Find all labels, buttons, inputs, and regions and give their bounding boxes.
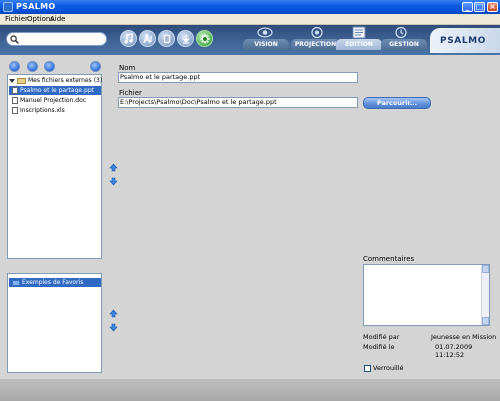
modified-on-value: 01.07.2009 11:12:52	[435, 343, 473, 359]
comments-scrollbar[interactable]	[481, 265, 489, 325]
app-icon	[3, 2, 13, 12]
document-icon	[12, 87, 18, 94]
favorites-icon	[12, 279, 20, 286]
app-logo: PSALMO	[440, 36, 486, 46]
comments-label: Commentaires	[363, 255, 415, 263]
new-icon[interactable]	[9, 61, 20, 72]
tree-root[interactable]: Mes fichiers externes (3)	[9, 76, 102, 85]
minimize-button[interactable]: _	[462, 2, 473, 12]
list-icon[interactable]	[158, 30, 175, 47]
locked-checkbox[interactable]	[364, 365, 371, 372]
menu-bar: Fichier Options Aide	[0, 14, 500, 25]
tree-item[interactable]: Psalmo et le partage.ppt	[9, 86, 101, 95]
favorites-move-down-icon[interactable]	[109, 323, 118, 332]
file-tree[interactable]: Mes fichiers externes (3) Psalmo et le p…	[7, 74, 102, 259]
left-toolbar	[0, 60, 106, 73]
manage-icon	[395, 26, 407, 39]
singer-icon[interactable]	[139, 30, 156, 47]
modified-by-label: Modifié par	[363, 333, 400, 341]
file-label: Fichier	[119, 89, 142, 97]
tree-item[interactable]: Manuel Projection.doc	[9, 96, 101, 105]
tab-vision[interactable]: VISION	[243, 39, 289, 50]
file-path-field[interactable]: E:\Projects\Psalmo\Doc\Psalmo et le part…	[118, 97, 358, 108]
tab-edition[interactable]: EDITION	[336, 39, 382, 50]
name-field[interactable]: Psalmo et le partage.ppt	[118, 72, 358, 83]
tab-gestion[interactable]: GESTION	[381, 39, 427, 50]
music-note-icon[interactable]	[120, 30, 137, 47]
download-icon[interactable]	[177, 30, 194, 47]
close-button[interactable]: ×	[487, 2, 498, 12]
document-icon	[12, 97, 18, 104]
move-up-icon[interactable]	[109, 163, 118, 172]
eye-icon	[257, 27, 273, 38]
search-icon	[10, 35, 19, 44]
status-bar	[0, 379, 500, 401]
expand-icon[interactable]	[9, 78, 15, 83]
delete-icon[interactable]	[90, 61, 101, 72]
settings-icon[interactable]	[196, 30, 213, 47]
maximize-button[interactable]: □	[474, 2, 485, 12]
tab-projection[interactable]: PROJECTION	[291, 39, 340, 50]
title-bar: PSALMO _ □ ×	[0, 0, 500, 14]
favorites-move-up-icon[interactable]	[109, 309, 118, 318]
document-icon	[12, 107, 18, 114]
edit-icon	[352, 26, 366, 39]
modified-on-label: Modifié le	[363, 343, 395, 351]
favorites-item[interactable]: Exemples de Favoris	[9, 278, 101, 287]
comments-textarea[interactable]	[363, 264, 490, 326]
projector-icon	[311, 26, 323, 39]
tree-item[interactable]: Inscriptions.xls	[9, 106, 101, 115]
save-icon[interactable]	[44, 61, 55, 72]
search-box[interactable]	[6, 32, 107, 46]
folder-icon	[17, 77, 26, 84]
move-down-icon[interactable]	[109, 177, 118, 186]
favorites-list[interactable]: Exemples de Favoris	[7, 273, 102, 373]
search-input[interactable]	[21, 34, 103, 44]
locked-label: Verrouillé	[373, 364, 404, 372]
menu-item-fichier[interactable]: Fichier	[5, 15, 28, 23]
menu-item-aide[interactable]: Aide	[50, 15, 65, 23]
window-title: PSALMO	[16, 2, 56, 11]
open-icon[interactable]	[27, 61, 38, 72]
scroll-up-button[interactable]	[482, 265, 489, 273]
scroll-down-button[interactable]	[482, 317, 489, 325]
browse-button[interactable]: Parcourir...	[363, 97, 431, 109]
name-label: Nom	[119, 64, 136, 72]
modified-by-value: Jeunesse en Mission	[431, 333, 497, 341]
